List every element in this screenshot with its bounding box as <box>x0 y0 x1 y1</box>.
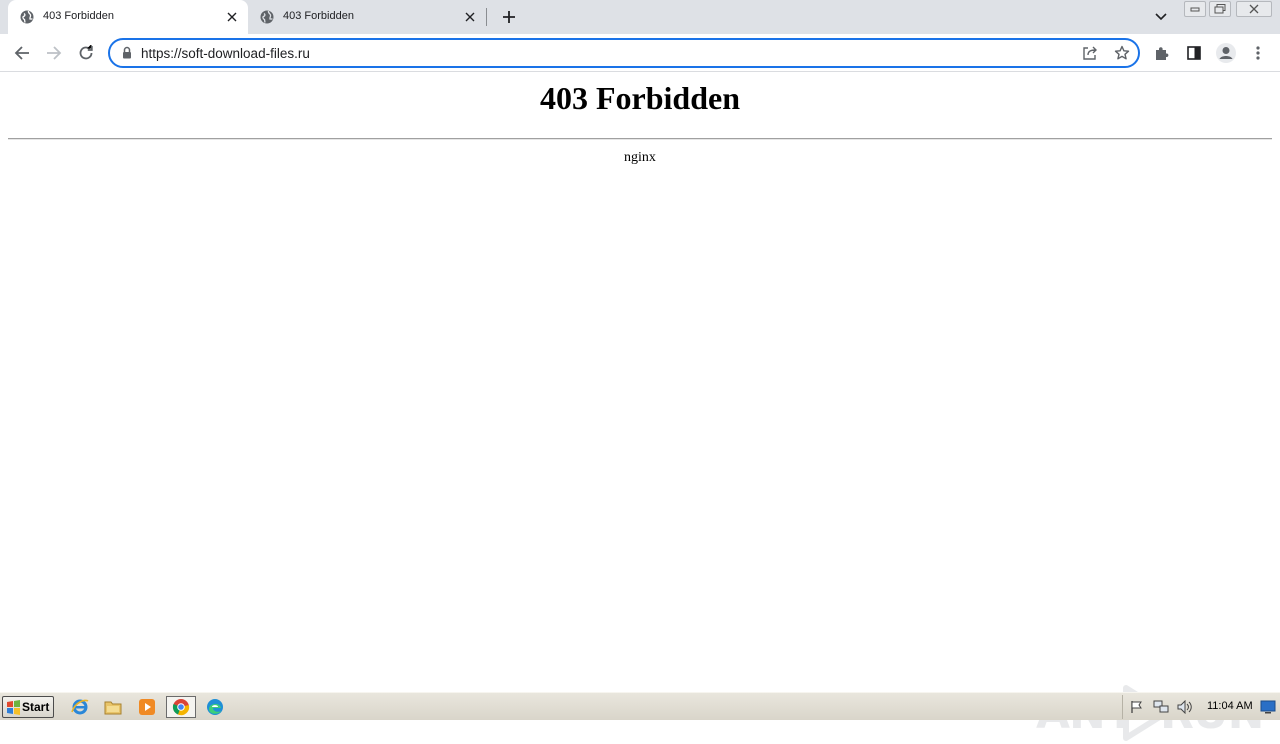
bookmark-star-icon[interactable] <box>1114 45 1130 61</box>
chevron-down-icon[interactable] <box>1152 8 1170 26</box>
tab-separator <box>486 8 487 26</box>
action-center-flag-icon[interactable] <box>1129 699 1145 715</box>
media-player-icon[interactable] <box>137 697 157 717</box>
volume-icon[interactable] <box>1177 699 1193 715</box>
back-arrow-icon[interactable] <box>11 42 33 64</box>
extensions-puzzle-icon[interactable] <box>1151 42 1173 64</box>
folder-icon[interactable] <box>103 697 123 717</box>
tab-strip: 403 Forbidden 403 Forbidden <box>0 0 1280 34</box>
window-restore-button[interactable] <box>1209 1 1231 17</box>
side-panel-icon[interactable] <box>1183 42 1205 64</box>
tab-close-icon[interactable] <box>462 9 478 25</box>
profile-avatar-icon[interactable] <box>1215 42 1237 64</box>
address-bar[interactable] <box>108 38 1140 68</box>
forward-arrow-icon[interactable] <box>43 42 65 64</box>
tab-close-icon[interactable] <box>224 9 240 25</box>
more-vertical-icon[interactable] <box>1247 42 1269 64</box>
lock-icon[interactable] <box>122 46 132 59</box>
show-desktop-icon[interactable] <box>1259 699 1277 715</box>
taskbar: Start 11:04 AM <box>0 692 1280 720</box>
windows-logo-icon <box>6 700 21 715</box>
reload-icon[interactable] <box>75 42 97 64</box>
edge-icon[interactable] <box>205 697 225 717</box>
chrome-icon[interactable] <box>166 696 196 718</box>
globe-icon <box>260 10 274 24</box>
url-input[interactable] <box>141 44 1041 62</box>
new-tab-plus-icon[interactable] <box>499 7 519 27</box>
share-icon[interactable] <box>1082 45 1098 61</box>
start-button[interactable]: Start <box>2 696 54 718</box>
window-close-button[interactable] <box>1236 1 1272 17</box>
browser-toolbar <box>0 34 1280 72</box>
page-content: 403 Forbidden nginx ANY RUN <box>0 72 1280 741</box>
tab-inactive[interactable]: 403 Forbidden <box>248 0 486 34</box>
tab-active[interactable]: 403 Forbidden <box>8 0 248 34</box>
window-minimize-button[interactable] <box>1184 1 1206 17</box>
system-tray: 11:04 AM <box>1122 695 1278 719</box>
tab-title: 403 Forbidden <box>283 10 354 22</box>
divider <box>8 138 1272 139</box>
start-label: Start <box>22 700 50 714</box>
network-icon[interactable] <box>1153 699 1169 715</box>
clock[interactable]: 11:04 AM <box>1207 700 1253 712</box>
page-heading: 403 Forbidden <box>539 80 741 116</box>
globe-icon <box>20 10 34 24</box>
tab-title: 403 Forbidden <box>43 10 114 22</box>
server-signature: nginx <box>624 150 656 165</box>
internet-explorer-icon[interactable] <box>70 697 90 717</box>
